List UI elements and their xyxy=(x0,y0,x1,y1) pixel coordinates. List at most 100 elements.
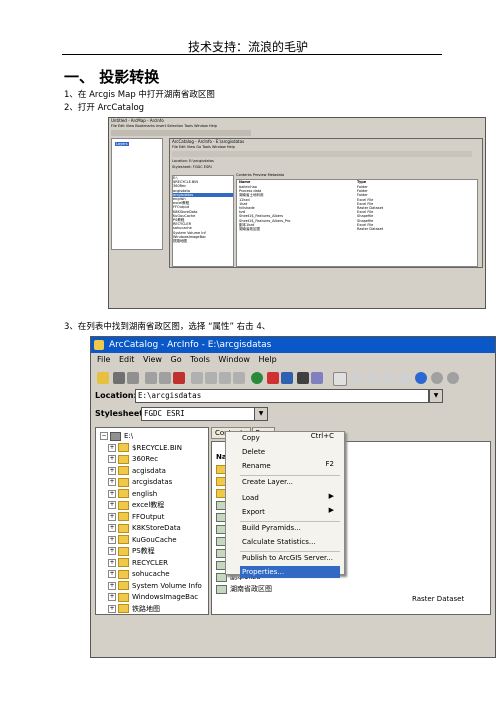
step-3: 3、在列表中找到湖南省政区图，选择 “属性” 右击 4、 xyxy=(64,322,271,332)
arcmap-toolbar xyxy=(111,130,251,136)
paste-icon[interactable] xyxy=(159,372,171,384)
tree-item[interactable]: + WindowsImageBac xyxy=(108,591,198,603)
step-1: 1、在 Arcgis Map 中打开湖南省政区图 xyxy=(64,90,215,100)
globe-icon[interactable] xyxy=(251,372,263,384)
section-heading: 一、 投影转换 xyxy=(64,68,160,86)
up-icon[interactable] xyxy=(97,372,109,384)
tree-small: E:\ $RECYCLE.BIN 360Rec acgisdata arcgis… xyxy=(172,175,234,267)
menu-item-publish-to-arcgis-server[interactable]: Publish to ArcGIS Server... xyxy=(242,552,333,564)
menu-item-delete[interactable]: Delete xyxy=(242,446,265,458)
type-raster: Raster Dataset xyxy=(412,595,465,603)
tree-item[interactable]: +360Rec xyxy=(108,453,158,465)
copy-icon[interactable] xyxy=(145,372,157,384)
menu-shortcut: ▶ xyxy=(328,492,334,500)
tree-item[interactable]: + acgisdata xyxy=(108,465,166,477)
list-item[interactable]: 湖南省政区图 xyxy=(239,227,260,231)
location-label: Location: xyxy=(95,391,137,400)
menu-item-create-layer[interactable]: Create Layer... xyxy=(242,476,293,488)
col-name: Name xyxy=(239,180,251,184)
list-item-type: Raster Dataset xyxy=(357,227,384,231)
window-title: ArcCatalog - ArcInfo - E:\arcgisdatas xyxy=(91,337,495,353)
tree-item[interactable]: + excel教程 xyxy=(108,499,164,511)
model-icon[interactable] xyxy=(311,372,323,384)
app-icon xyxy=(94,340,104,350)
stylesheet-select[interactable]: FGDC ESRI xyxy=(141,407,255,421)
delete-icon[interactable] xyxy=(173,372,185,384)
arccatalog-screenshot: ArcCatalog - ArcInfo - E:\arcgisdatas Fi… xyxy=(90,336,496,658)
menu-shortcut: ▶ xyxy=(328,506,334,514)
page-header: 技术支持：流浪的毛驴 xyxy=(187,40,308,54)
tree-item[interactable]: + FFOutput xyxy=(108,511,164,523)
tree-item[interactable]: + english xyxy=(108,488,157,500)
tree-item[interactable]: + $RECYCLE.BIN xyxy=(108,442,182,454)
tree-item[interactable]: + KuGouCache xyxy=(108,534,177,546)
menu-item-copy[interactable]: Copy xyxy=(242,432,260,444)
menu-item-properties[interactable]: Properties... xyxy=(240,566,340,578)
menu-help[interactable]: Help xyxy=(259,355,277,364)
forward-icon[interactable] xyxy=(447,372,459,384)
context-menu: Copy Ctrl+C Delete Rename F2 Create Layer... L… xyxy=(225,431,345,578)
back-icon[interactable] xyxy=(431,372,443,384)
step-2: 2、打开 ArcCatalog xyxy=(64,103,145,113)
status-bar xyxy=(91,647,495,657)
search-icon[interactable] xyxy=(281,372,293,384)
menu-view[interactable]: View xyxy=(143,355,162,364)
tabs-small: Contents Preview Metadata xyxy=(236,173,285,177)
tree-item[interactable]: + sohucache xyxy=(108,568,170,580)
large-icons-icon[interactable] xyxy=(191,372,203,384)
menu-bar: File Edit View Go Tools Window Help xyxy=(91,353,495,367)
arcmap-screenshot: Untitled - ArcMap - ArcInfo File Edit Vi… xyxy=(108,117,486,309)
stylesheet-dropdown-icon[interactable]: ▼ xyxy=(254,407,268,421)
pan-icon[interactable] xyxy=(383,372,395,384)
identify-icon[interactable] xyxy=(415,372,427,384)
tree-item[interactable]: + RECYCLER xyxy=(108,557,168,569)
header-rule xyxy=(62,54,442,55)
menu-shortcut: Ctrl+C xyxy=(310,432,334,440)
layers-item: Layers xyxy=(115,142,129,147)
col-type: Type xyxy=(357,180,367,184)
disconnect-icon[interactable] xyxy=(127,372,139,384)
location-small: Location: E:\arcgisdatas xyxy=(172,159,214,163)
tree-item[interactable]: + K8KStoreData xyxy=(108,522,181,534)
full-extent-icon[interactable] xyxy=(399,372,411,384)
menu-item-rename[interactable]: Rename xyxy=(242,460,271,472)
menu-go[interactable]: Go xyxy=(171,355,182,364)
list-item[interactable]: 湖南省政区图 xyxy=(216,584,272,595)
tree-item[interactable]: + PS教程 xyxy=(108,545,155,557)
arccatalog-small-toolbar xyxy=(172,151,472,157)
menu-item-load[interactable]: Load xyxy=(242,492,259,504)
pointer-icon[interactable] xyxy=(333,372,347,386)
zoom-in-icon[interactable] xyxy=(351,372,363,384)
tree-item: 铁路地图 xyxy=(173,239,187,244)
menu-file[interactable]: File xyxy=(97,355,110,364)
menu-item-build-pyramids[interactable]: Build Pyramids... xyxy=(242,522,301,534)
menu-separator xyxy=(240,521,340,522)
toolbox-icon[interactable] xyxy=(267,372,279,384)
tree-root[interactable]: − E:\ xyxy=(100,430,133,442)
zoom-out-icon[interactable] xyxy=(367,372,379,384)
arccatalog-small-window: ArcCatalog - ArcInfo - E:\arcgisdatas Fi… xyxy=(169,138,483,268)
list-icon[interactable] xyxy=(205,372,217,384)
thumbnails-icon[interactable] xyxy=(233,372,245,384)
menu-tools[interactable]: Tools xyxy=(190,355,210,364)
arcmap-toc: Layers xyxy=(111,138,163,250)
menu-item-calculate-statistics[interactable]: Calculate Statistics... xyxy=(242,536,316,548)
connect-icon[interactable] xyxy=(113,372,125,384)
toolbar xyxy=(93,369,493,387)
menu-window[interactable]: Window xyxy=(218,355,250,364)
menu-separator xyxy=(240,475,340,476)
tree-item[interactable]: + 铁路地图 xyxy=(108,603,160,615)
location-input[interactable]: E:\arcgisdatas xyxy=(135,389,429,403)
menu-edit[interactable]: Edit xyxy=(119,355,135,364)
menu-item-export[interactable]: Export xyxy=(242,506,265,518)
details-icon[interactable] xyxy=(219,372,231,384)
arccatalog-small-menu: File Edit View Go Tools Window Help xyxy=(172,145,235,149)
tree-item[interactable]: + arcgisdatas xyxy=(108,476,172,488)
stylesheet-small: Stylesheet: FGDC ESRI xyxy=(172,165,212,169)
catalog-tree: − E:\ + $RECYCLE.BIN +360Rec + acgisdata + arcg… xyxy=(95,427,209,615)
location-dropdown-icon[interactable]: ▼ xyxy=(429,389,443,403)
arcmap-menu: File Edit View Bookmarks Insert Selectio… xyxy=(111,124,217,128)
contents-small: Name Type baileichao Folder Process data Fo… xyxy=(236,179,478,267)
tree-item[interactable]: + System Volume Info xyxy=(108,580,202,592)
command-icon[interactable] xyxy=(297,372,309,384)
